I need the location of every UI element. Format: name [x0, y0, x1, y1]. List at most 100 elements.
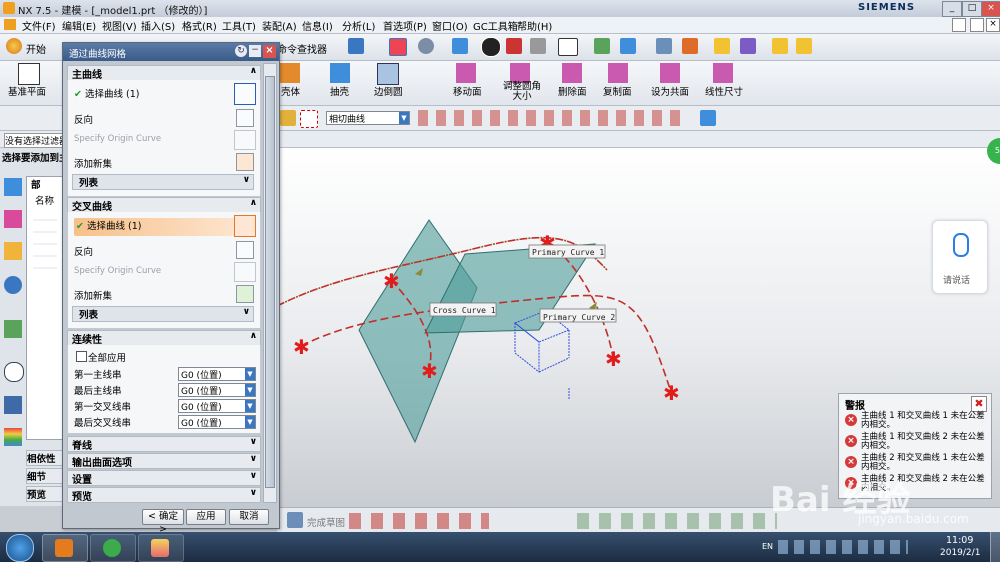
delete-face-icon[interactable]	[562, 63, 582, 83]
menu-tools[interactable]: 工具(T)	[222, 18, 256, 33]
primary-curves-header[interactable]: 主曲线 ∧	[67, 65, 261, 81]
windows-start-icon[interactable]	[6, 534, 34, 562]
reverse-direction-icon[interactable]	[236, 109, 254, 127]
history-icon[interactable]	[4, 362, 24, 382]
add-new-set-icon[interactable]	[236, 285, 254, 303]
close-window-button[interactable]: ×	[981, 1, 1000, 17]
ok-button[interactable]: < 确定 >	[142, 509, 184, 535]
taskbar-app-browser[interactable]	[90, 534, 136, 562]
extract-icon[interactable]	[330, 63, 350, 83]
ruler-icon[interactable]	[772, 38, 788, 54]
menu-preferences[interactable]: 首选项(P)	[383, 18, 427, 33]
make-coplanar-button[interactable]: 设为共面	[651, 84, 689, 98]
chevron-down-icon[interactable]: ▼	[245, 384, 255, 396]
internet-explorer-icon[interactable]	[4, 276, 22, 294]
finish-sketch-icon[interactable]	[287, 512, 303, 528]
shell-button[interactable]: 壳体	[281, 84, 300, 98]
chevron-down-icon[interactable]: ▼	[245, 368, 255, 380]
datum-plane-button[interactable]: 基准平面	[8, 84, 46, 98]
menu-view[interactable]: 视图(V)	[102, 18, 137, 33]
menu-gc-toolbox[interactable]: GC工具箱	[473, 18, 518, 33]
apply-all-checkbox[interactable]	[76, 351, 87, 362]
select-curve-icon[interactable]	[234, 83, 256, 105]
shaded-cube-icon[interactable]	[452, 38, 468, 54]
restore-doc-icon[interactable]	[952, 18, 966, 32]
chevron-down-icon[interactable]: ▼	[245, 416, 255, 428]
constraint-icon[interactable]	[740, 38, 756, 54]
menu-assembly[interactable]: 装配(A)	[262, 18, 297, 33]
minimize-button[interactable]: _	[942, 1, 962, 17]
taskbar-app-paint[interactable]	[138, 534, 184, 562]
select-curve-icon[interactable]	[234, 215, 256, 237]
continuity-header[interactable]: 连续性 ∧	[67, 330, 261, 346]
details-panel[interactable]: 细节	[26, 468, 64, 484]
menu-window[interactable]: 窗口(O)	[432, 18, 468, 33]
command-finder-button[interactable]: 命令查找器	[277, 41, 327, 56]
roles-icon[interactable]	[4, 396, 22, 414]
constraint-nav-icon[interactable]	[4, 210, 22, 228]
close-dialog-icon[interactable]: ×	[263, 45, 276, 58]
move-face-icon[interactable]	[456, 63, 476, 83]
close-alert-button[interactable]: ✖	[971, 396, 987, 412]
last-cross-dropdown[interactable]: G0 (位置) ▼	[178, 415, 256, 429]
apply-button[interactable]: 应用	[186, 509, 226, 525]
background-icon[interactable]	[558, 38, 578, 56]
chevron-up-icon[interactable]: ∧	[250, 66, 257, 76]
cross-curves-header[interactable]: 交叉曲线 ∧	[67, 197, 261, 213]
dialog-scrollbar[interactable]	[263, 63, 277, 503]
reuse-library-icon[interactable]	[4, 320, 22, 338]
collapse-icon[interactable]: −	[249, 45, 261, 57]
chevron-down-icon[interactable]: ∨	[250, 488, 257, 498]
fit-view-icon[interactable]	[389, 38, 407, 56]
cancel-button[interactable]: 取消	[229, 509, 269, 525]
origin-curve-icon[interactable]	[234, 262, 256, 282]
show-desktop-button[interactable]	[990, 532, 1000, 562]
first-primary-dropdown[interactable]: G0 (位置) ▼	[178, 367, 256, 381]
chevron-down-icon[interactable]: ∨	[243, 175, 250, 185]
edge-blend-icon[interactable]	[377, 63, 399, 85]
menu-edit[interactable]: 编辑(E)	[62, 18, 96, 33]
linear-dimension-icon[interactable]	[713, 63, 733, 83]
copy-face-button[interactable]: 复制面	[603, 84, 632, 98]
microphone-icon[interactable]	[953, 233, 969, 257]
dependencies-panel[interactable]: 相依性	[26, 450, 64, 466]
chevron-down-icon[interactable]: ∨	[250, 454, 257, 464]
grey-cube-icon[interactable]	[530, 38, 546, 54]
chevron-down-icon[interactable]: ∨	[250, 471, 257, 481]
chevron-down-icon[interactable]: ▼	[399, 112, 409, 124]
select-region-icon[interactable]	[300, 110, 318, 128]
scrollbar-thumb[interactable]	[265, 76, 275, 488]
chevron-up-icon[interactable]: ∧	[250, 331, 257, 341]
first-cross-dropdown[interactable]: G0 (位置) ▼	[178, 399, 256, 413]
red-cube-icon[interactable]	[506, 38, 522, 54]
make-coplanar-icon[interactable]	[660, 63, 680, 83]
resize-blend-button[interactable]: 调整圆角大小	[500, 82, 544, 102]
chevron-down-icon[interactable]: ∨	[243, 307, 250, 317]
sketch-curve-tools[interactable]	[349, 513, 489, 529]
chevron-down-icon[interactable]: ∨	[250, 437, 257, 447]
edge-blend-button[interactable]: 边倒圆	[374, 84, 403, 98]
maximize-button[interactable]: □	[962, 1, 982, 17]
preview-panel[interactable]: 预览	[26, 486, 64, 502]
render-style-icon[interactable]	[481, 37, 501, 57]
grid-icon[interactable]	[656, 38, 672, 54]
menu-file[interactable]: 文件(F)	[22, 18, 56, 33]
triangle-icon[interactable]	[796, 38, 812, 54]
filter-type-field[interactable]: 没有选择过滤器	[4, 133, 64, 148]
layer-icon[interactable]	[594, 38, 610, 54]
part-nav-icon[interactable]	[4, 242, 22, 260]
primary-list-toggle[interactable]: 列表 ∨	[72, 174, 254, 190]
snap-point-icon[interactable]	[280, 110, 296, 126]
primary-select-curve-row[interactable]: ✔ 选择曲线 (1)	[74, 86, 254, 104]
cross-select-curve-row[interactable]: ✔ 选择曲线 (1)	[74, 218, 254, 236]
orient-view-icon[interactable]	[418, 38, 434, 54]
datum-plane-icon[interactable]	[18, 63, 40, 85]
origin-curve-icon[interactable]	[234, 130, 256, 150]
chevron-down-icon[interactable]: ▼	[245, 400, 255, 412]
measure-icon[interactable]	[682, 38, 698, 54]
curve-rule-dropdown[interactable]: 相切曲线 ▼	[326, 111, 410, 125]
resize-blend-icon[interactable]	[510, 63, 530, 83]
snap-icon[interactable]	[714, 38, 730, 54]
menu-help[interactable]: 帮助(H)	[517, 18, 552, 33]
delete-face-button[interactable]: 删除面	[558, 84, 587, 98]
